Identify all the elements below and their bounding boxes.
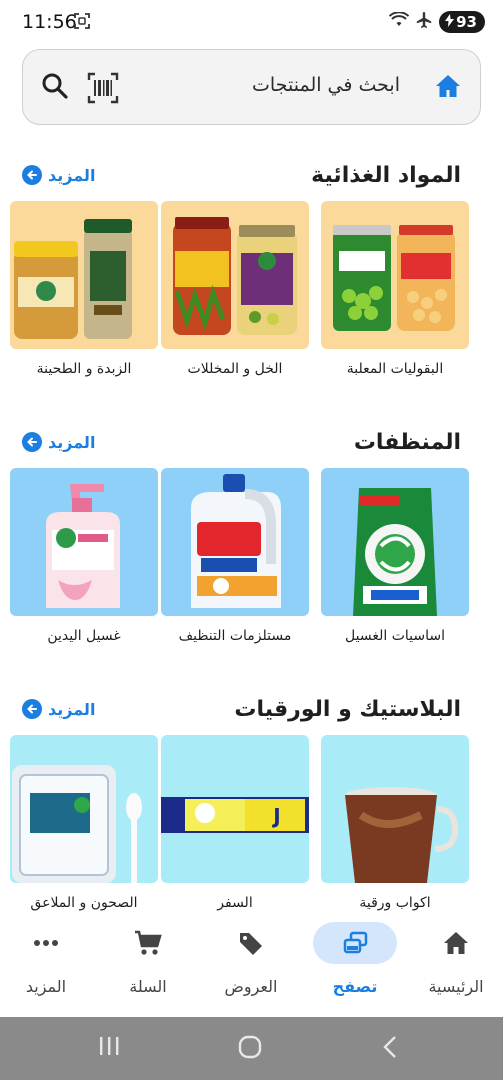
category-card-table-covers[interactable]: J السفر <box>161 735 309 915</box>
category-label: اساسيات الغسيل <box>345 628 445 644</box>
bottom-navigation: الرئيسية تصفح العروض السلة المزيد <box>0 912 503 1017</box>
category-cards: اساسيات الغسيل مستلزمات التنظيف غسيل الي… <box>0 468 503 648</box>
more-label: المزيد <box>48 699 96 719</box>
browse-icon <box>313 922 397 964</box>
status-icons: 93 <box>388 11 485 33</box>
search-input[interactable]: ابحث في المنتجات <box>252 74 400 96</box>
nav-more-label: المزيد <box>25 977 67 996</box>
nav-offers-label: العروض <box>224 977 278 996</box>
status-time: 11:56 <box>22 11 77 33</box>
airplane-icon <box>415 11 433 33</box>
product-image <box>10 735 158 883</box>
search-bar[interactable]: ابحث في المنتجات <box>22 49 481 125</box>
arrow-left-icon <box>22 432 42 452</box>
tag-icon <box>209 922 293 964</box>
more-label: المزيد <box>48 432 96 452</box>
category-label: غسيل اليدين <box>47 628 121 644</box>
section-plastics: البلاستيك و الورقيات المزيد اكواب ورقية <box>0 697 503 927</box>
search-icon[interactable] <box>41 72 69 104</box>
home-icon <box>414 922 498 964</box>
category-label: الزبدة و الطحينة <box>36 361 132 377</box>
home-icon[interactable] <box>434 72 462 104</box>
home-button-icon[interactable] <box>238 1035 262 1063</box>
product-image <box>10 468 158 616</box>
cart-icon <box>106 922 190 964</box>
recent-apps-icon[interactable] <box>98 1035 120 1061</box>
product-image <box>321 468 469 616</box>
status-bar: 11:56 93 <box>0 0 503 44</box>
barcode-scan-icon[interactable] <box>87 72 119 108</box>
category-cards: اكواب ورقية J السفر الصحون و الملاعق <box>0 735 503 915</box>
nav-offers[interactable]: العروض <box>201 922 301 1012</box>
back-icon[interactable] <box>382 1035 398 1063</box>
category-card-handwash[interactable]: غسيل اليدين <box>10 468 158 648</box>
bolt-icon <box>445 13 455 31</box>
category-card-pickles[interactable]: الخل و المخللات <box>161 201 309 381</box>
nav-browse-label: تصفح <box>332 977 378 996</box>
section-title: المنظفات <box>353 430 461 455</box>
category-card-butter-tahini[interactable]: الزبدة و الطحينة <box>10 201 158 381</box>
category-label: الصحون و الملاعق <box>30 895 138 911</box>
nav-more[interactable]: المزيد <box>0 922 96 1012</box>
more-dots-icon <box>4 922 88 964</box>
category-label: اكواب ورقية <box>359 895 431 911</box>
product-image <box>321 201 469 349</box>
battery-level: 93 <box>456 13 477 31</box>
category-card-cleaning-supplies[interactable]: مستلزمات التنظيف <box>161 468 309 648</box>
product-image <box>321 735 469 883</box>
system-navigation-bar <box>0 1017 503 1080</box>
category-cards: البقوليات المعلبة الخل و المخللات الزبدة… <box>0 201 503 381</box>
category-card-legumes[interactable]: البقوليات المعلبة <box>321 201 469 381</box>
battery-indicator: 93 <box>439 11 485 33</box>
nav-cart-label: السلة <box>129 977 167 996</box>
nav-browse[interactable]: تصفح <box>305 922 405 1012</box>
category-card-laundry[interactable]: اساسيات الغسيل <box>321 468 469 648</box>
nav-home[interactable]: الرئيسية <box>406 922 503 1012</box>
product-image: J <box>161 735 309 883</box>
wifi-icon <box>388 11 410 32</box>
product-image <box>161 468 309 616</box>
nav-home-label: الرئيسية <box>428 977 484 996</box>
section-title: المواد الغذائية <box>311 163 461 188</box>
category-label: البقوليات المعلبة <box>346 361 444 377</box>
brand-mark: J <box>271 804 280 828</box>
section-title: البلاستيك و الورقيات <box>234 697 461 722</box>
category-card-paper-cups[interactable]: اكواب ورقية <box>321 735 469 915</box>
product-image <box>10 201 158 349</box>
screenshot-icon <box>74 13 90 33</box>
arrow-left-icon <box>22 699 42 719</box>
nav-cart[interactable]: السلة <box>98 922 198 1012</box>
more-label: المزيد <box>48 165 96 185</box>
section-cleaners: المنظفات المزيد اساسيات الغسيل مستلزمات … <box>0 430 503 660</box>
more-link[interactable]: المزيد <box>22 699 95 719</box>
more-link[interactable]: المزيد <box>22 432 95 452</box>
more-link[interactable]: المزيد <box>22 165 95 185</box>
arrow-left-icon <box>22 165 42 185</box>
category-card-plates-spoons[interactable]: الصحون و الملاعق <box>10 735 158 915</box>
product-image <box>161 201 309 349</box>
section-food: المواد الغذائية المزيد البقوليات المعلبة… <box>0 163 503 393</box>
